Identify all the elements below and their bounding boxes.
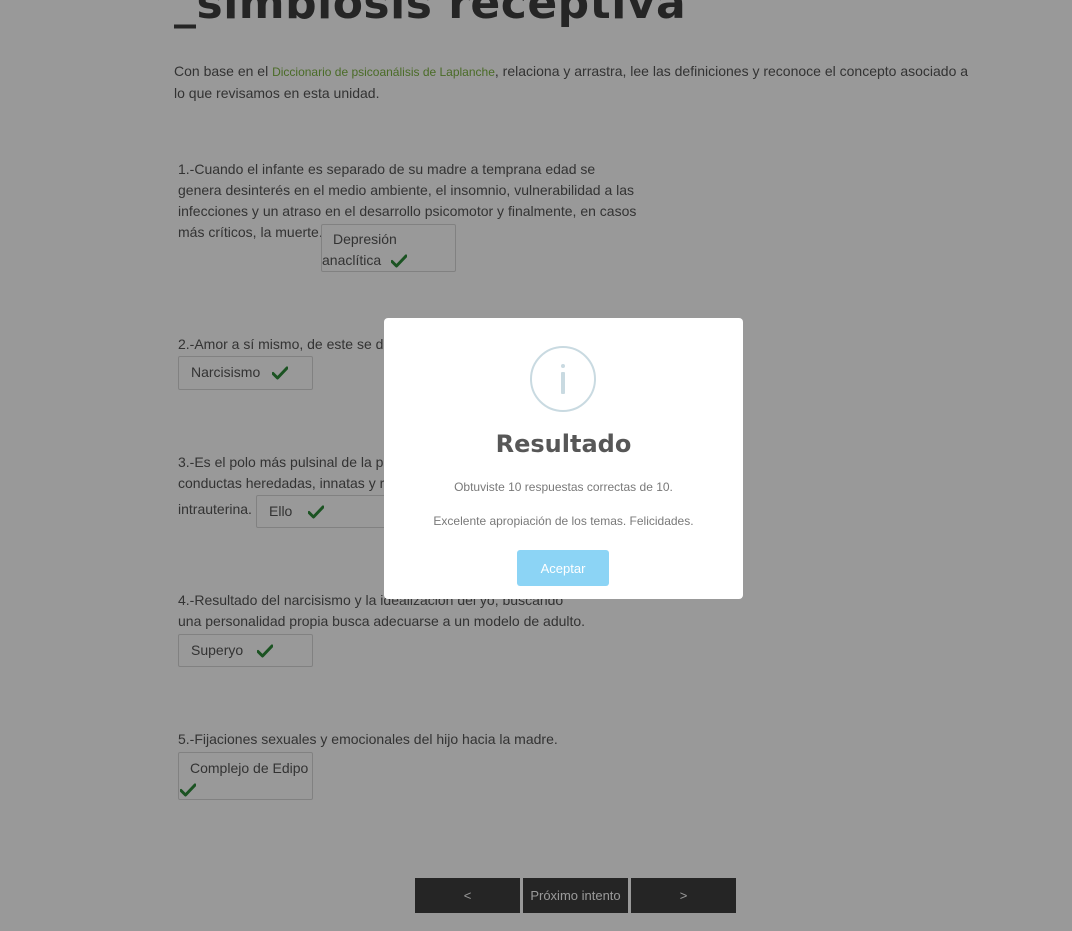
accept-button[interactable]: Aceptar: [517, 550, 609, 586]
modal-title: Resultado: [495, 430, 632, 458]
info-icon: [530, 346, 596, 412]
modal-feedback-text: Excelente apropiación de los temas. Feli…: [433, 514, 694, 528]
modal-score-text: Obtuviste 10 respuestas correctas de 10.: [454, 480, 673, 494]
result-modal: Resultado Obtuviste 10 respuestas correc…: [384, 318, 743, 599]
